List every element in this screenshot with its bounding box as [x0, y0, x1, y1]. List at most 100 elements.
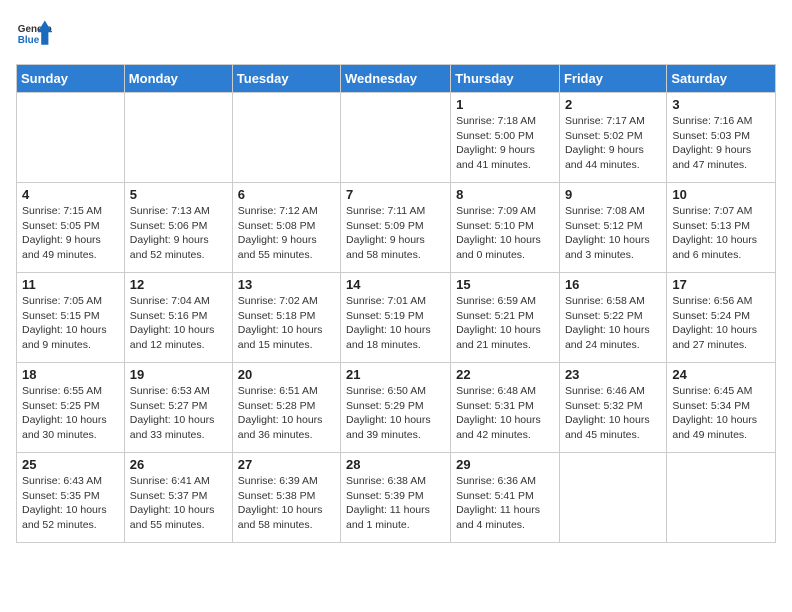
- day-number: 18: [22, 367, 119, 382]
- day-number: 1: [456, 97, 554, 112]
- day-cell: 21Sunrise: 6:50 AM Sunset: 5:29 PM Dayli…: [341, 363, 451, 453]
- day-cell: [232, 93, 340, 183]
- day-cell: 13 Sunrise: 7:02 AM Sunset: 5:18 PM Dayli…: [232, 273, 340, 363]
- day-cell: 25Sunrise: 6:43 AM Sunset: 5:35 PM Dayli…: [17, 453, 125, 543]
- day-cell: 19 Sunrise: 6:53 AM Sunset: 5:27 PM Dayli…: [124, 363, 232, 453]
- day-info: Sunrise: 7:15 AM Sunset: 5:05 PM Dayligh…: [22, 204, 119, 263]
- day-cell: 23 Sunrise: 6:46 AM Sunset: 5:32 PM Dayli…: [559, 363, 666, 453]
- day-info: Sunrise: 6:43 AM Sunset: 5:35 PM Dayligh…: [22, 474, 119, 533]
- week-row-3: 11 Sunrise: 7:05 AM Sunset: 5:15 PM Dayli…: [17, 273, 776, 363]
- day-cell: 3Sunrise: 7:16 AM Sunset: 5:03 PM Daylig…: [667, 93, 776, 183]
- day-info: Sunrise: 6:58 AM Sunset: 5:22 PM Dayligh…: [565, 294, 661, 353]
- header: General Blue: [16, 16, 776, 52]
- day-info: Sunrise: 7:12 AM Sunset: 5:08 PM Dayligh…: [238, 204, 335, 263]
- week-row-4: 18 Sunrise: 6:55 AM Sunset: 5:25 PM Dayli…: [17, 363, 776, 453]
- day-info: Sunrise: 6:55 AM Sunset: 5:25 PM Dayligh…: [22, 384, 119, 443]
- day-cell: 28 Sunrise: 6:38 AM Sunset: 5:39 PM Dayli…: [341, 453, 451, 543]
- day-cell: 20 Sunrise: 6:51 AM Sunset: 5:28 PM Dayli…: [232, 363, 340, 453]
- day-number: 29: [456, 457, 554, 472]
- day-number: 14: [346, 277, 445, 292]
- day-number: 27: [238, 457, 335, 472]
- day-info: Sunrise: 7:09 AM Sunset: 5:10 PM Dayligh…: [456, 204, 554, 263]
- day-number: 22: [456, 367, 554, 382]
- day-number: 11: [22, 277, 119, 292]
- col-header-wednesday: Wednesday: [341, 65, 451, 93]
- day-number: 15: [456, 277, 554, 292]
- day-info: Sunrise: 6:41 AM Sunset: 5:37 PM Dayligh…: [130, 474, 227, 533]
- day-number: 28: [346, 457, 445, 472]
- day-info: Sunrise: 6:39 AM Sunset: 5:38 PM Dayligh…: [238, 474, 335, 533]
- day-cell: 5Sunrise: 7:13 AM Sunset: 5:06 PM Daylig…: [124, 183, 232, 273]
- day-number: 13: [238, 277, 335, 292]
- day-number: 9: [565, 187, 661, 202]
- day-cell: 26Sunrise: 6:41 AM Sunset: 5:37 PM Dayli…: [124, 453, 232, 543]
- header-row: SundayMondayTuesdayWednesdayThursdayFrid…: [17, 65, 776, 93]
- day-info: Sunrise: 6:46 AM Sunset: 5:32 PM Dayligh…: [565, 384, 661, 443]
- day-number: 12: [130, 277, 227, 292]
- day-info: Sunrise: 6:56 AM Sunset: 5:24 PM Dayligh…: [672, 294, 770, 353]
- day-cell: [559, 453, 666, 543]
- col-header-monday: Monday: [124, 65, 232, 93]
- day-cell: 2 Sunrise: 7:17 AM Sunset: 5:02 PM Daylig…: [559, 93, 666, 183]
- week-row-1: 1 Sunrise: 7:18 AM Sunset: 5:00 PM Daylig…: [17, 93, 776, 183]
- day-number: 17: [672, 277, 770, 292]
- day-number: 4: [22, 187, 119, 202]
- day-info: Sunrise: 6:38 AM Sunset: 5:39 PM Dayligh…: [346, 474, 445, 533]
- day-cell: 27 Sunrise: 6:39 AM Sunset: 5:38 PM Dayli…: [232, 453, 340, 543]
- calendar-table: SundayMondayTuesdayWednesdayThursdayFrid…: [16, 64, 776, 543]
- day-info: Sunrise: 6:53 AM Sunset: 5:27 PM Dayligh…: [130, 384, 227, 443]
- day-info: Sunrise: 7:11 AM Sunset: 5:09 PM Dayligh…: [346, 204, 445, 263]
- day-number: 7: [346, 187, 445, 202]
- day-cell: 17 Sunrise: 6:56 AM Sunset: 5:24 PM Dayli…: [667, 273, 776, 363]
- day-info: Sunrise: 7:05 AM Sunset: 5:15 PM Dayligh…: [22, 294, 119, 353]
- day-info: Sunrise: 7:01 AM Sunset: 5:19 PM Dayligh…: [346, 294, 445, 353]
- day-cell: 10 Sunrise: 7:07 AM Sunset: 5:13 PM Dayli…: [667, 183, 776, 273]
- col-header-tuesday: Tuesday: [232, 65, 340, 93]
- week-row-2: 4 Sunrise: 7:15 AM Sunset: 5:05 PM Daylig…: [17, 183, 776, 273]
- day-info: Sunrise: 7:04 AM Sunset: 5:16 PM Dayligh…: [130, 294, 227, 353]
- day-cell: 8Sunrise: 7:09 AM Sunset: 5:10 PM Daylig…: [451, 183, 560, 273]
- day-info: Sunrise: 6:59 AM Sunset: 5:21 PM Dayligh…: [456, 294, 554, 353]
- day-info: Sunrise: 6:36 AM Sunset: 5:41 PM Dayligh…: [456, 474, 554, 533]
- day-info: Sunrise: 6:51 AM Sunset: 5:28 PM Dayligh…: [238, 384, 335, 443]
- day-info: Sunrise: 7:02 AM Sunset: 5:18 PM Dayligh…: [238, 294, 335, 353]
- day-cell: 14 Sunrise: 7:01 AM Sunset: 5:19 PM Dayli…: [341, 273, 451, 363]
- day-info: Sunrise: 6:48 AM Sunset: 5:31 PM Dayligh…: [456, 384, 554, 443]
- day-cell: 29 Sunrise: 6:36 AM Sunset: 5:41 PM Dayli…: [451, 453, 560, 543]
- day-cell: [341, 93, 451, 183]
- logo: General Blue: [16, 16, 52, 52]
- col-header-friday: Friday: [559, 65, 666, 93]
- day-number: 10: [672, 187, 770, 202]
- day-number: 20: [238, 367, 335, 382]
- day-cell: 9 Sunrise: 7:08 AM Sunset: 5:12 PM Daylig…: [559, 183, 666, 273]
- day-number: 16: [565, 277, 661, 292]
- day-cell: 24Sunrise: 6:45 AM Sunset: 5:34 PM Dayli…: [667, 363, 776, 453]
- day-number: 3: [672, 97, 770, 112]
- col-header-saturday: Saturday: [667, 65, 776, 93]
- day-info: Sunrise: 6:50 AM Sunset: 5:29 PM Dayligh…: [346, 384, 445, 443]
- svg-text:Blue: Blue: [18, 35, 40, 46]
- week-row-5: 25Sunrise: 6:43 AM Sunset: 5:35 PM Dayli…: [17, 453, 776, 543]
- day-info: Sunrise: 7:08 AM Sunset: 5:12 PM Dayligh…: [565, 204, 661, 263]
- day-info: Sunrise: 7:17 AM Sunset: 5:02 PM Dayligh…: [565, 114, 661, 173]
- day-info: Sunrise: 7:18 AM Sunset: 5:00 PM Dayligh…: [456, 114, 554, 173]
- day-cell: [667, 453, 776, 543]
- day-cell: 1 Sunrise: 7:18 AM Sunset: 5:00 PM Daylig…: [451, 93, 560, 183]
- day-cell: 4 Sunrise: 7:15 AM Sunset: 5:05 PM Daylig…: [17, 183, 125, 273]
- day-info: Sunrise: 7:13 AM Sunset: 5:06 PM Dayligh…: [130, 204, 227, 263]
- day-number: 2: [565, 97, 661, 112]
- logo-icon: General Blue: [16, 16, 52, 52]
- day-cell: [17, 93, 125, 183]
- day-number: 23: [565, 367, 661, 382]
- day-cell: 6Sunrise: 7:12 AM Sunset: 5:08 PM Daylig…: [232, 183, 340, 273]
- day-number: 19: [130, 367, 227, 382]
- col-header-thursday: Thursday: [451, 65, 560, 93]
- day-cell: 7 Sunrise: 7:11 AM Sunset: 5:09 PM Daylig…: [341, 183, 451, 273]
- day-info: Sunrise: 7:07 AM Sunset: 5:13 PM Dayligh…: [672, 204, 770, 263]
- day-cell: 22 Sunrise: 6:48 AM Sunset: 5:31 PM Dayli…: [451, 363, 560, 453]
- day-info: Sunrise: 6:45 AM Sunset: 5:34 PM Dayligh…: [672, 384, 770, 443]
- day-cell: 11 Sunrise: 7:05 AM Sunset: 5:15 PM Dayli…: [17, 273, 125, 363]
- day-cell: 18 Sunrise: 6:55 AM Sunset: 5:25 PM Dayli…: [17, 363, 125, 453]
- day-cell: 16 Sunrise: 6:58 AM Sunset: 5:22 PM Dayli…: [559, 273, 666, 363]
- day-cell: 12 Sunrise: 7:04 AM Sunset: 5:16 PM Dayli…: [124, 273, 232, 363]
